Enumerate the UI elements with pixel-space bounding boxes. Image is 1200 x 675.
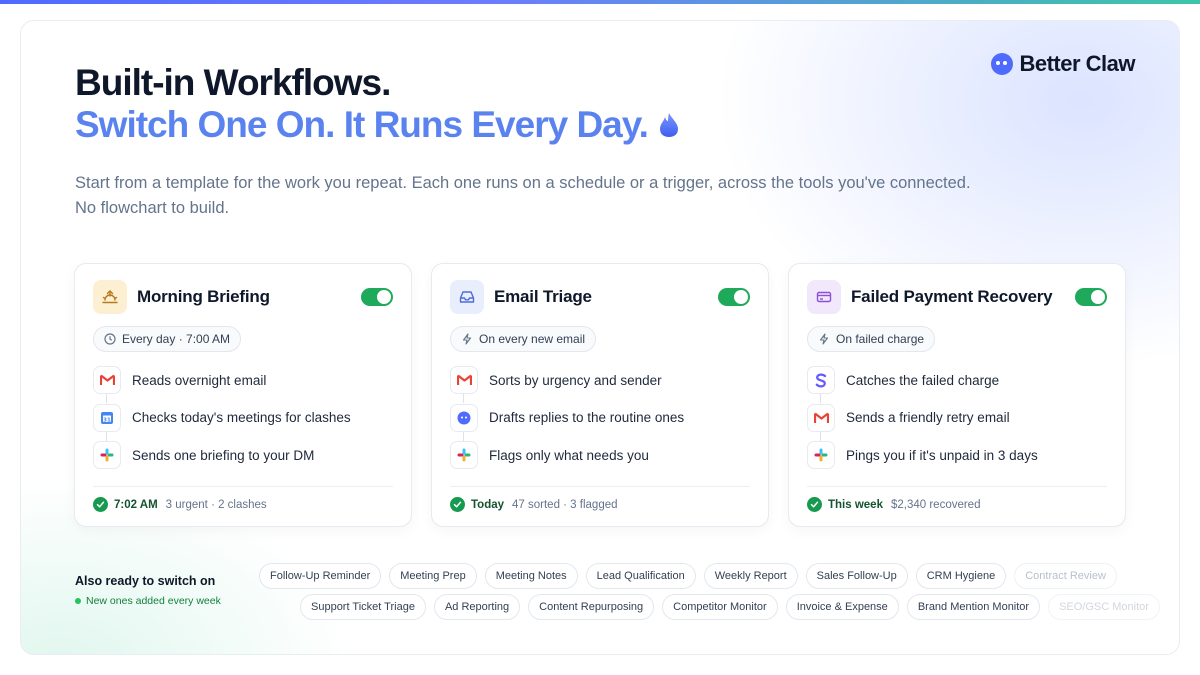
template-chip[interactable]: Follow-Up Reminder — [259, 563, 382, 589]
template-chip[interactable]: CRM Hygiene — [915, 563, 1007, 589]
card-title: Failed Payment Recovery — [851, 287, 1053, 306]
workflow-card-email-triage[interactable]: Email Triage On every new email Sorts by… — [431, 263, 769, 527]
stripe-icon — [807, 366, 835, 394]
workflow-step: Reads overnight email — [93, 365, 393, 403]
card-title: Email Triage — [494, 287, 592, 306]
gmail-icon — [450, 366, 478, 394]
status-summary: 47 sorted · 3 flagged — [512, 498, 618, 511]
template-chip[interactable]: Meeting Prep — [389, 563, 477, 589]
check-icon — [93, 497, 108, 512]
gmail-icon — [807, 403, 835, 432]
trigger-text: Every day · 7:00 AM — [122, 332, 231, 346]
better-claw-icon — [450, 403, 478, 432]
bolt-icon — [462, 333, 472, 345]
status-time: 7:02 AM — [114, 498, 158, 511]
bolt-icon — [819, 333, 829, 345]
step-text: Sorts by urgency and sender — [489, 372, 662, 388]
card-status: Today 47 sorted · 3 flagged — [450, 497, 618, 512]
template-chip[interactable]: Weekly Report — [703, 563, 798, 589]
enable-toggle[interactable] — [1075, 288, 1107, 306]
also-ready-subtitle-text: New ones added every week — [86, 595, 221, 607]
card-title: Morning Briefing — [137, 287, 270, 306]
template-chip[interactable]: Support Ticket Triage — [300, 594, 426, 620]
trigger-pill: Every day · 7:00 AM — [93, 326, 242, 352]
slack-icon — [93, 441, 121, 469]
workflow-card-failed-payment-recovery[interactable]: Failed Payment Recovery On failed charge… — [788, 263, 1126, 527]
page-description: Start from a template for the work you r… — [75, 174, 971, 217]
page-subheading-text: Switch One On. It Runs Every Day. — [75, 104, 649, 145]
workflow-card-morning-briefing[interactable]: Morning Briefing Every day · 7:00 AM Rea… — [74, 263, 412, 527]
calendar-icon: 31 — [93, 403, 121, 432]
workflow-step: Sorts by urgency and sender — [450, 365, 750, 403]
template-chip[interactable]: Brand Mention Monitor — [906, 594, 1041, 620]
step-text: Catches the failed charge — [846, 372, 1000, 388]
step-text: Checks today's meetings for clashes — [132, 410, 351, 425]
step-text: Sends a friendly retry email — [846, 410, 1010, 425]
workflow-step: Pings you if it's unpaid in 3 days — [807, 440, 1107, 470]
template-chip[interactable]: Ad Reporting — [433, 594, 521, 620]
step-text: Sends one briefing to your DM — [132, 447, 315, 463]
slack-icon — [807, 441, 835, 469]
check-icon — [807, 497, 822, 512]
status-summary: $2,340 recovered — [890, 498, 981, 511]
trigger-pill: On failed charge — [807, 326, 936, 352]
svg-text:31: 31 — [103, 417, 111, 423]
template-chip[interactable]: Invoice & Expense — [785, 594, 899, 620]
also-ready-title: Also ready to switch on — [75, 574, 216, 588]
trigger-pill: On every new email — [450, 326, 597, 352]
page-subheading: Switch One On. It Runs Every Day. — [75, 103, 680, 147]
workflow-step: Sends one briefing to your DM — [93, 440, 393, 470]
brand-name: Better Claw — [1019, 51, 1135, 76]
clock-icon — [104, 333, 116, 345]
workflow-step: Flags only what needs you — [450, 440, 750, 470]
check-icon — [450, 497, 465, 512]
also-ready-subtitle: New ones added every week — [75, 595, 221, 607]
step-text: Pings you if it's unpaid in 3 days — [846, 447, 1038, 463]
step-text: Drafts replies to the routine ones — [489, 410, 685, 425]
template-chip[interactable]: Content Repurposing — [528, 594, 655, 620]
workflow-step: Catches the failed charge — [807, 365, 1107, 403]
better-claw-logo-icon — [991, 53, 1014, 75]
step-text: Flags only what needs you — [489, 447, 649, 463]
sunrise-icon — [93, 280, 127, 314]
top-gradient-bar — [0, 0, 1200, 4]
page-title: Built-in Workflows. — [75, 62, 391, 103]
template-chip[interactable]: Lead Qualification — [585, 563, 696, 589]
status-time: This week — [828, 498, 883, 511]
gmail-icon — [93, 366, 121, 394]
card-status: This week $2,340 recovered — [807, 497, 980, 512]
template-chip[interactable]: Sales Follow-Up — [805, 563, 908, 589]
workflow-step: 31 Checks today's meetings for clashes — [93, 403, 393, 441]
workflow-step: Sends a friendly retry email — [807, 403, 1107, 441]
workflow-step: Drafts replies to the routine ones — [450, 403, 750, 441]
template-chip-row-1: Follow-Up Reminder Meeting Prep Meeting … — [259, 563, 1117, 589]
template-chip[interactable]: Competitor Monitor — [662, 594, 778, 620]
step-text: Reads overnight email — [132, 372, 267, 388]
status-summary: 3 urgent · 2 clashes — [165, 498, 267, 511]
trigger-text: On failed charge — [836, 332, 925, 346]
main-frame: Better Claw Built-in Workflows. Switch O… — [20, 20, 1180, 655]
template-chip[interactable]: SEO/GSC Monitor — [1048, 594, 1160, 620]
enable-toggle[interactable] — [718, 288, 750, 306]
brand[interactable]: Better Claw — [991, 51, 1135, 77]
enable-toggle[interactable] — [361, 288, 393, 306]
live-dot-icon — [75, 598, 81, 604]
template-chip[interactable]: Contract Review — [1014, 563, 1117, 589]
inbox-icon — [450, 280, 484, 314]
template-chip[interactable]: Meeting Notes — [484, 563, 578, 589]
template-chip-row-2: Support Ticket Triage Ad Reporting Conte… — [300, 594, 1160, 620]
card-status: 7:02 AM 3 urgent · 2 clashes — [93, 497, 267, 512]
slack-icon — [450, 441, 478, 469]
status-time: Today — [471, 498, 505, 511]
claw-drop-icon — [659, 113, 678, 137]
trigger-text: On every new email — [479, 332, 586, 346]
credit-card-icon — [807, 280, 841, 314]
